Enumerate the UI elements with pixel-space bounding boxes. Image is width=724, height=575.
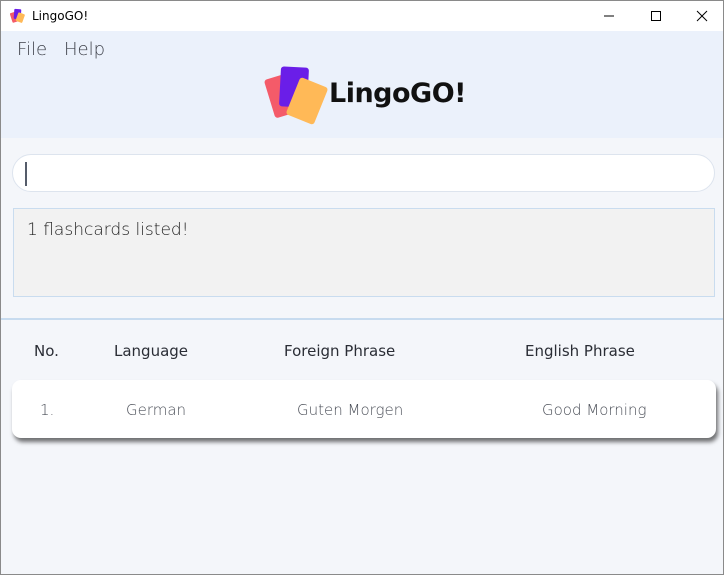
result-message: 1 flashcards listed! <box>27 220 189 240</box>
flashcard-index: 1. <box>40 401 55 419</box>
minimize-button[interactable] <box>586 1 632 31</box>
command-input[interactable] <box>31 155 701 191</box>
menu-file[interactable]: File <box>17 39 47 60</box>
menu-help[interactable]: Help <box>64 39 105 60</box>
command-box[interactable] <box>12 154 715 192</box>
header-english-phrase: English Phrase <box>525 342 635 360</box>
text-caret <box>25 162 27 186</box>
window-title: LingoGO! <box>32 9 89 23</box>
lingogo-logo-icon <box>264 66 328 125</box>
header-language: Language <box>114 342 189 360</box>
flashcard-foreign-phrase: Guten Morgen <box>297 401 404 419</box>
header-foreign-phrase: Foreign Phrase <box>284 342 396 360</box>
result-display: 1 flashcards listed! <box>13 208 715 297</box>
maximize-icon <box>651 11 661 21</box>
flashcard-row[interactable]: 1. German Guten Morgen Good Morning <box>12 380 716 438</box>
maximize-button[interactable] <box>633 1 679 31</box>
header: File Help LingoGO! <box>1 31 723 138</box>
minimize-icon <box>604 15 614 17</box>
flashcard-english-phrase: Good Morning <box>542 401 647 419</box>
close-icon <box>696 10 708 22</box>
flashcard-language: German <box>126 401 187 419</box>
app-window: LingoGO! File Help LingoGO! 1 flashcards… <box>0 0 724 575</box>
title-bar[interactable]: LingoGO! <box>1 1 723 31</box>
lingogo-app-icon <box>10 8 25 23</box>
close-button[interactable] <box>679 1 723 31</box>
logo-text: LingoGO! <box>329 78 467 109</box>
divider <box>1 318 723 320</box>
header-no: No. <box>34 342 59 360</box>
